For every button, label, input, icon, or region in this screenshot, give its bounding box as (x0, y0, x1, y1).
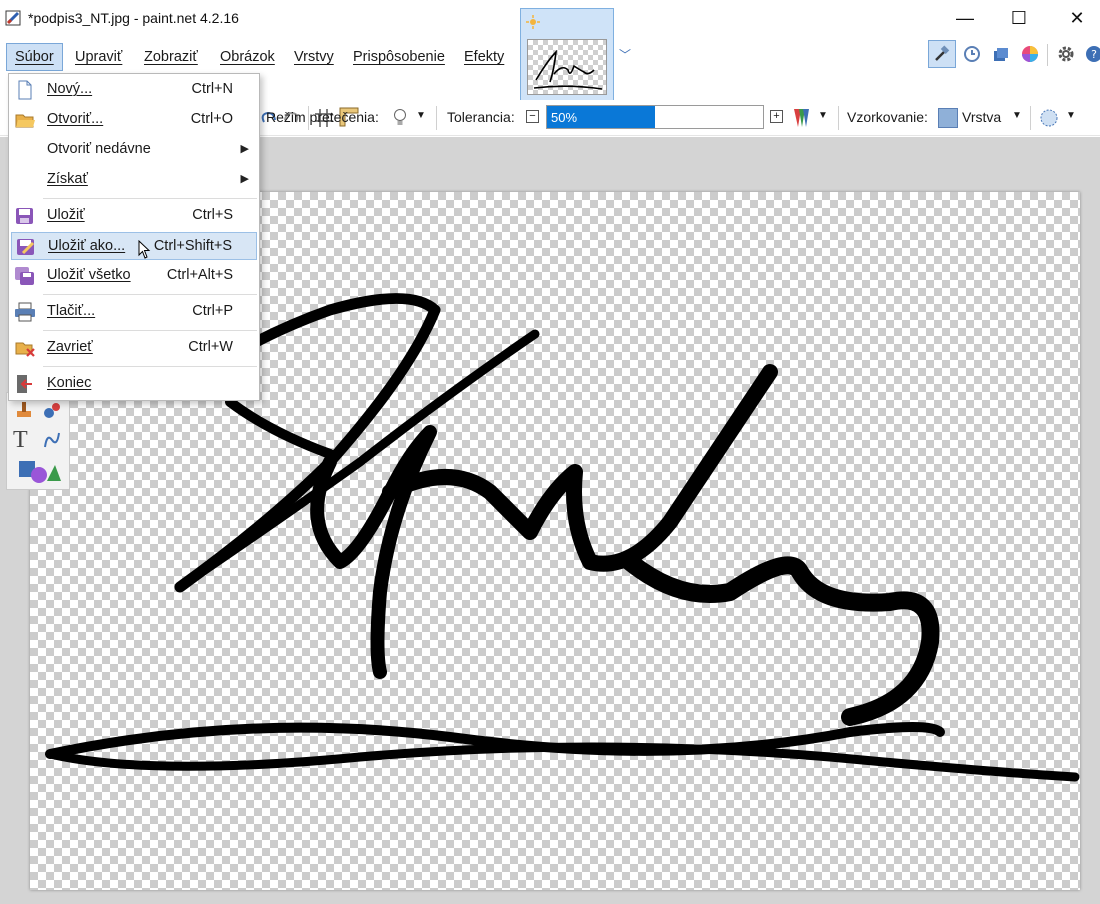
menu-item-save-all[interactable]: Uložiť všetko Ctrl+Alt+S (11, 262, 257, 290)
antialiasing-icon[interactable] (1038, 107, 1060, 129)
sampling-dropdown-arrow[interactable]: ▼ (1012, 110, 1022, 121)
paintnet-app-icon[interactable] (5, 9, 23, 27)
tolerance-slider[interactable]: 50% (546, 105, 764, 129)
tools-palette: T (6, 392, 70, 490)
menu-item-new[interactable]: Nový... Ctrl+N (11, 76, 257, 104)
menu-item-shortcut: Ctrl+P (192, 303, 233, 319)
save-as-icon (17, 239, 35, 255)
maximize-button[interactable]: ☐ (990, 0, 1048, 36)
chevron-down-icon[interactable]: ﹀ (619, 46, 631, 63)
history-icon[interactable] (958, 40, 986, 68)
menu-item-label: Otvoriť nedávne (47, 141, 151, 157)
menu-item-shortcut: Ctrl+O (190, 111, 233, 127)
shapes-icon[interactable] (17, 459, 63, 485)
menu-image[interactable]: Obrázok (212, 43, 283, 71)
tolerance-label: Tolerancia: (447, 109, 515, 125)
menu-item-open[interactable]: Otvoriť... Ctrl+O (11, 106, 257, 134)
menu-item-label: Uložiť (47, 207, 85, 223)
overflow-mode-dropdown-arrow[interactable]: ▼ (416, 110, 426, 121)
menu-item-label: Nový... (47, 81, 93, 97)
sampling-value[interactable]: Vrstva (962, 109, 1001, 125)
exit-icon (17, 375, 32, 393)
menu-separator (43, 198, 257, 199)
colors-icon[interactable] (1016, 40, 1044, 68)
menu-item-label: Tlačiť... (47, 303, 96, 319)
new-document-icon (18, 80, 32, 100)
menu-item-exit[interactable]: Koniec (11, 370, 257, 398)
close-document-icon (15, 342, 35, 357)
print-icon (15, 302, 35, 322)
menu-item-shortcut: Ctrl+N (191, 81, 234, 97)
layer-swatch-icon (938, 108, 958, 128)
save-all-icon (15, 267, 34, 285)
minimize-button[interactable]: — (936, 0, 994, 36)
help-icon[interactable]: ? (1080, 40, 1100, 68)
menu-item-label: Uložiť ako... (48, 238, 126, 254)
toolbar-separator (838, 106, 839, 130)
menu-item-label: Otvoriť... (47, 111, 104, 127)
layers-icon[interactable] (987, 40, 1015, 68)
document-tab-thumbnail[interactable] (520, 8, 614, 101)
antialiasing-dropdown-arrow[interactable]: ▼ (1066, 110, 1076, 121)
menu-item-shortcut: Ctrl+S (192, 207, 233, 223)
submenu-arrow-icon: ▶ (240, 173, 249, 185)
menu-item-print[interactable]: Tlačiť... Ctrl+P (11, 298, 257, 326)
open-folder-icon (15, 114, 35, 128)
menu-item-shortcut: Ctrl+W (188, 339, 233, 355)
tolerance-value: 50% (551, 110, 578, 125)
overflow-mode-label: Režim pretečenia: (266, 109, 379, 125)
menu-item-label: Zavrieť (47, 339, 93, 355)
signature-thumbnail-image (533, 49, 603, 90)
settings-gear-icon[interactable] (1052, 40, 1080, 68)
unsaved-star-icon (526, 15, 540, 29)
mouse-cursor-icon (138, 240, 151, 259)
menu-item-save-as[interactable]: Uložiť ako... Ctrl+Shift+S (11, 232, 257, 260)
clone-stamp-icon[interactable] (13, 399, 35, 421)
tolerance-decrease-button[interactable]: − (526, 110, 539, 123)
menu-item-open-recent[interactable]: Otvoriť nedávne ▶ (11, 136, 257, 164)
menu-item-label: Uložiť všetko (47, 267, 131, 283)
menu-item-shortcut: Ctrl+Shift+S (153, 238, 232, 254)
menu-item-label: Získať (47, 171, 88, 187)
lightbulb-icon[interactable] (392, 108, 408, 128)
menu-file[interactable]: Súbor (6, 43, 63, 71)
sampling-label: Vzorkovanie: (847, 109, 928, 125)
save-icon (16, 208, 33, 224)
menu-item-shortcut: Ctrl+Alt+S (166, 267, 233, 283)
svg-text:?: ? (1091, 48, 1097, 61)
submenu-arrow-icon: ▶ (240, 143, 249, 155)
menu-item-save[interactable]: Uložiť Ctrl+S (11, 202, 257, 230)
menu-item-acquire[interactable]: Získať ▶ (11, 166, 257, 194)
menu-item-label: Koniec (47, 375, 92, 391)
recolor-icon[interactable] (41, 399, 63, 421)
file-menu-dropdown: Nový... Ctrl+N Otvoriť... Ctrl+O Otvoriť… (8, 73, 260, 401)
menu-separator (43, 294, 257, 295)
menu-item-close[interactable]: Zavrieť Ctrl+W (11, 334, 257, 362)
menu-separator (43, 330, 257, 331)
close-button[interactable]: ✕ (1048, 0, 1100, 36)
menu-effects[interactable]: Efekty (456, 43, 512, 71)
toolbar-separator (1030, 106, 1031, 130)
toolbar-separator (436, 106, 437, 130)
menu-separator (43, 366, 257, 367)
thumbnail-preview (527, 39, 607, 95)
blend-mode-dropdown-arrow[interactable]: ▼ (818, 110, 828, 121)
menu-view[interactable]: Zobraziť (136, 43, 206, 71)
toolbar-separator (1047, 44, 1048, 66)
window-title: *podpis3_NT.jpg - paint.net 4.2.16 (28, 10, 239, 26)
menu-layers[interactable]: Vrstvy (286, 43, 342, 71)
line-curve-icon[interactable] (41, 429, 63, 451)
blend-mode-icon[interactable] (792, 107, 810, 129)
text-tool-icon[interactable]: T (13, 427, 28, 454)
tolerance-increase-button[interactable]: + (770, 110, 783, 123)
menu-edit[interactable]: Upraviť (67, 43, 130, 71)
menu-adjustments[interactable]: Prispôsobenie (345, 43, 453, 71)
tools-window-icon[interactable] (928, 40, 956, 68)
